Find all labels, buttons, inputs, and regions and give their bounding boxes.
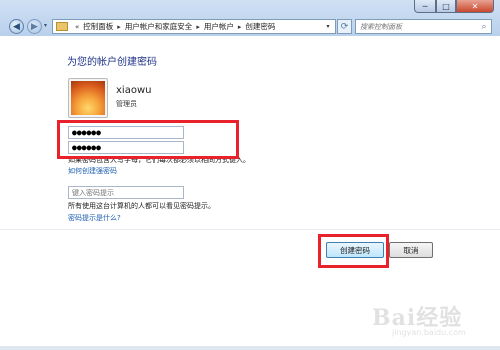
divider: [0, 229, 500, 230]
new-password-field[interactable]: [68, 126, 184, 139]
confirm-password-field[interactable]: [68, 141, 184, 154]
breadcrumb-separator[interactable]: ▸: [238, 23, 242, 31]
search-box[interactable]: ⌕: [355, 19, 492, 34]
watermark: Bai经验 jingyan.baidu.com: [372, 300, 466, 337]
cancel-button[interactable]: 取消: [389, 242, 433, 258]
strong-password-link[interactable]: 如何创建强密码: [68, 166, 117, 176]
back-arrow-icon: ◀: [13, 21, 20, 32]
breadcrumb-item-user-accounts[interactable]: 用户帐户: [204, 21, 234, 32]
address-dropdown-icon[interactable]: ▾: [321, 20, 335, 33]
page-title: 为您的帐户创建密码: [67, 57, 157, 68]
status-strip: [0, 346, 500, 350]
hint-visibility-note: 所有使用这台计算机的人都可以看见密码提示。: [68, 202, 215, 210]
user-name: xiaowu: [116, 85, 152, 96]
watermark-url: jingyan.baidu.com: [392, 328, 466, 337]
window-controls: ─ □ ✕: [414, 0, 494, 13]
search-icon[interactable]: ⌕: [478, 21, 490, 33]
close-button[interactable]: ✕: [456, 0, 494, 13]
control-panel-icon: [56, 22, 68, 31]
forward-button[interactable]: ▶: [27, 19, 42, 34]
search-input[interactable]: [356, 22, 478, 31]
maximize-button[interactable]: □: [436, 0, 456, 13]
avatar: [68, 78, 108, 118]
breadcrumb-item-create-password[interactable]: 创建密码: [245, 21, 275, 32]
breadcrumb-root-separator[interactable]: «: [75, 23, 79, 31]
refresh-button[interactable]: ⟳: [337, 19, 352, 34]
create-password-button[interactable]: 创建密码: [326, 242, 384, 258]
forward-arrow-icon: ▶: [31, 21, 38, 32]
what-is-hint-link[interactable]: 密码提示是什么?: [68, 213, 121, 223]
user-picture: [71, 81, 105, 115]
minimize-button[interactable]: ─: [414, 0, 436, 13]
address-bar[interactable]: « 控制面板 ▸ 用户帐户和家庭安全 ▸ 用户帐户 ▸ 创建密码 ▾: [52, 19, 336, 34]
breadcrumb-item-user-accounts-family[interactable]: 用户帐户和家庭安全: [125, 21, 193, 32]
refresh-icon: ⟳: [340, 21, 349, 32]
case-sensitivity-note: 如果密码包含大写字母，它们每次都必须以相同方式键入。: [68, 156, 250, 164]
user-role: 管理员: [116, 100, 137, 108]
breadcrumb-separator[interactable]: ▸: [196, 23, 200, 31]
recent-pages-dropdown[interactable]: ▾: [44, 22, 47, 29]
password-hint-input[interactable]: [68, 186, 184, 199]
breadcrumb-item-control-panel[interactable]: 控制面板: [83, 21, 113, 32]
breadcrumb-separator[interactable]: ▸: [117, 23, 121, 31]
back-button[interactable]: ◀: [9, 19, 24, 34]
